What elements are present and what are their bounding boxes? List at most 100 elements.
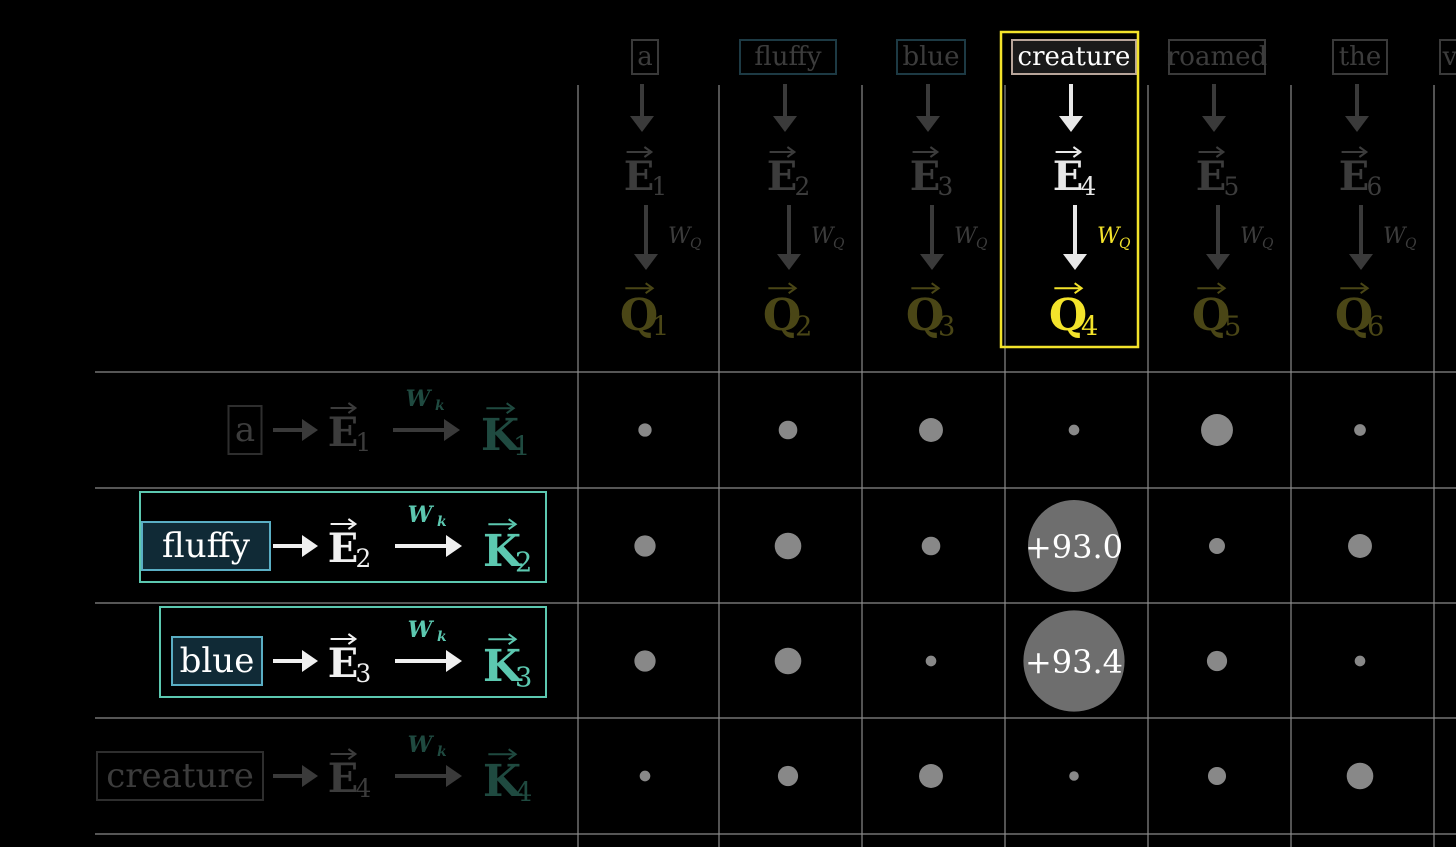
score-value-label-1: +93.0 [1025, 528, 1123, 566]
key-embedding-vector-3-subscript: 3 [356, 659, 372, 688]
query-vector-3: Q3 [906, 282, 955, 342]
query-column-blue: blueW Q [896, 39, 988, 252]
wk-arrow-2-head [446, 535, 462, 557]
wk-arrow-1-head [444, 419, 460, 441]
key-embed-arrow-2 [273, 535, 318, 557]
query-column-fluffy: fluffyW Q [739, 39, 845, 252]
key-embed-arrow-1-head [302, 419, 318, 441]
query-vector-3-subscript: 3 [938, 311, 955, 342]
score-dot-r2-c6 [1348, 534, 1372, 558]
key-embedding-vector-1-letter: E [328, 409, 359, 456]
wq-sub-6: Q [1405, 236, 1417, 252]
wk-arrow-4-head [446, 765, 462, 787]
key-vector-3-subscript: 3 [515, 662, 532, 693]
wq-arrow-1-head [634, 254, 658, 270]
query-vector-6: Q6 [1335, 282, 1384, 342]
query-token-the: the [1339, 42, 1382, 72]
wq-arrow-5-head [1206, 254, 1230, 270]
embedding-vector-5: E5 [1196, 146, 1240, 201]
embedding-vector-4: E4 [1053, 146, 1097, 201]
key-embedding-vector-4-subscript: 4 [356, 774, 372, 803]
query-column-v: v [1439, 39, 1456, 75]
wk-sub-3: k [437, 629, 447, 645]
key-token-fluffy: fluffy [162, 526, 251, 566]
key-vector-1-subscript: 1 [513, 431, 530, 462]
score-dot-r3-c5 [1206, 650, 1228, 672]
wk-arrow-1 [393, 419, 460, 441]
query-embed-arrow-2 [773, 84, 797, 132]
key-vector-1: K1 [481, 402, 530, 462]
query-token-a: a [637, 42, 653, 72]
embedding-vector-2: E2 [767, 146, 811, 201]
query-token-blue: blue [902, 42, 959, 72]
query-embed-arrow-1 [630, 84, 654, 132]
embedding-vector-4-subscript: 4 [1081, 172, 1097, 201]
query-vector-2: Q2 [763, 282, 812, 342]
query-vector-2-subscript: 2 [795, 311, 812, 342]
wk-label-1: W [406, 386, 433, 412]
key-embed-arrow-1 [273, 419, 318, 441]
embedding-vector-5-subscript: 5 [1224, 172, 1240, 201]
wq-sub-3: Q [976, 236, 988, 252]
key-token-creature: creature [106, 756, 254, 796]
wk-arrow-4 [395, 765, 462, 787]
key-embedding-vector-2: E2 [328, 518, 372, 573]
wq-arrow-4-head [1063, 254, 1087, 270]
wq-arrow-5 [1206, 205, 1230, 270]
score-dot-r1-c2 [778, 420, 798, 440]
wk-sub-4: k [437, 744, 447, 760]
score-dot-r4-c5 [1207, 766, 1227, 786]
wq-sub-5: Q [1262, 236, 1274, 252]
key-vector-4: K4 [483, 748, 532, 808]
key-embedding-vector-1: E1 [328, 402, 372, 457]
query-column-a: aW Q [631, 39, 702, 252]
wq-arrow-6 [1349, 205, 1373, 270]
key-embed-arrow-2-head [302, 535, 318, 557]
embedding-vector-6-subscript: 6 [1367, 172, 1383, 201]
embedding-vector-3-subscript: 3 [938, 172, 954, 201]
key-token-blue: blue [180, 641, 255, 681]
query-vector-5-subscript: 5 [1224, 311, 1241, 342]
query-embed-arrow-3 [916, 84, 940, 132]
key-embed-arrow-4 [273, 765, 318, 787]
query-token-v: v [1442, 42, 1456, 72]
score-dot-r1-c5 [1201, 414, 1233, 446]
wk-sub-2: k [437, 514, 447, 530]
query-embed-arrow-6-head [1345, 116, 1369, 132]
score-dot-r1-c4 [1068, 424, 1080, 436]
attention-diagram: a W Q E 1 Q 1 fluffy W Q E 2 Q 2 blue W Q E 3 Q 3 creature W Q E… [0, 0, 1456, 847]
query-vector-1: Q1 [620, 282, 669, 342]
query-column-the: theW Q [1332, 39, 1417, 252]
score-dot-r2-c1 [634, 535, 656, 557]
key-embedding-vector-1-subscript: 1 [356, 428, 372, 457]
key-embedding-vector-2-subscript: 2 [356, 544, 372, 573]
wq-sub-1: Q [690, 236, 702, 252]
wq-arrow-3 [920, 205, 944, 270]
wq-sub-2: Q [833, 236, 845, 252]
key-embedding-vector-2-letter: E [328, 525, 359, 572]
embedding-vector-3: E3 [910, 146, 954, 201]
score-dot-r1-c3 [919, 418, 943, 442]
embedding-vector-2-subscript: 2 [795, 172, 811, 201]
score-dot-r1-c1 [638, 423, 652, 437]
embedding-vector-6: E6 [1339, 146, 1383, 201]
key-row-creature: creature W k [96, 732, 447, 801]
key-embedding-vector-3-letter: E [328, 640, 359, 687]
score-dot-r3-c1 [634, 650, 656, 672]
wk-label-3: W [408, 617, 435, 643]
wq-arrow-2 [777, 205, 801, 270]
key-vector-3: K3 [483, 633, 532, 693]
query-token-roamed: roamed [1167, 42, 1267, 72]
wq-sub-4: Q [1119, 236, 1131, 252]
key-token-a: a [235, 410, 255, 450]
embedding-vector-6-letter: E [1339, 153, 1370, 200]
score-dot-r2-c5 [1209, 538, 1225, 554]
embedding-vector-1-letter: E [624, 153, 655, 200]
key-embedding-vector-3: E3 [328, 633, 372, 688]
query-embed-arrow-5-head [1202, 116, 1226, 132]
query-embed-arrow-6 [1345, 84, 1369, 132]
query-column-roamed: roamedW Q [1167, 39, 1274, 252]
key-embed-arrow-3 [273, 650, 318, 672]
key-embedding-vector-4-letter: E [328, 755, 359, 802]
wq-arrow-2-head [777, 254, 801, 270]
